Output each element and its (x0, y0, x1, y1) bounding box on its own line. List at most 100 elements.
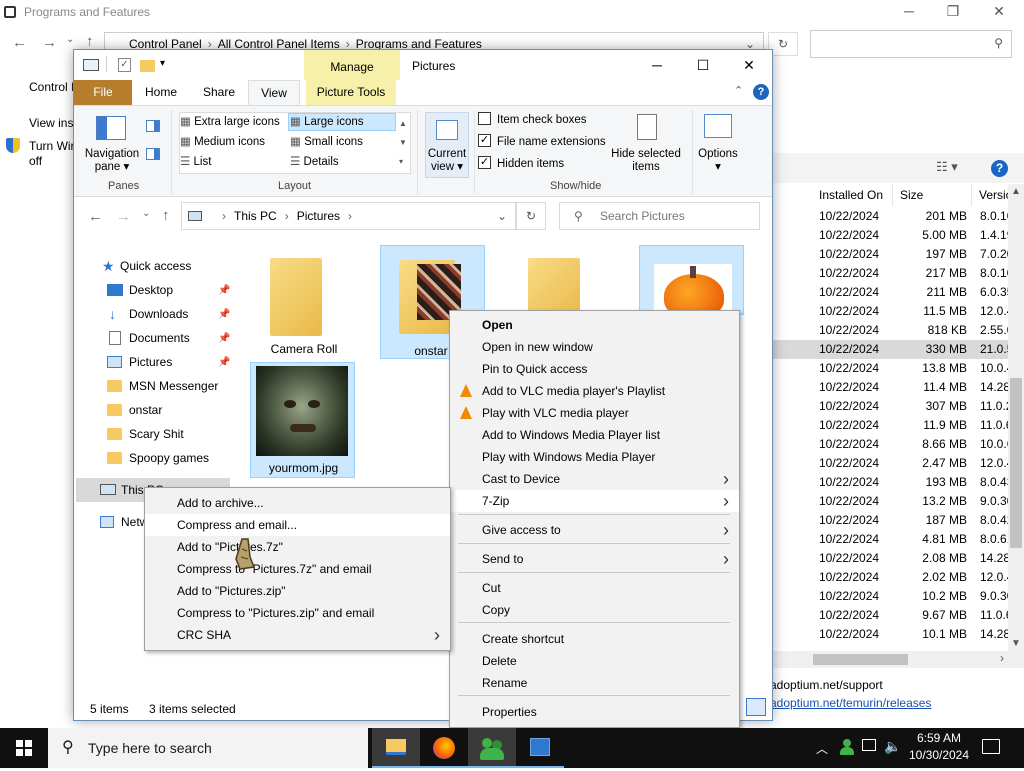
people-tray-icon[interactable] (840, 739, 854, 755)
details-pane-icon[interactable] (146, 148, 160, 160)
menu-item-open-in-new-window[interactable]: Open in new window (450, 336, 739, 358)
back-icon[interactable]: ← (88, 208, 103, 225)
options-button[interactable]: Options ▾ (694, 148, 742, 174)
table-row[interactable]: 10/22/2024 2.08 MB 14.28 (773, 549, 1010, 568)
layout-medium-icons[interactable]: ▦ Medium icons (180, 132, 265, 152)
clock[interactable]: 6:59 AM 10/30/2024 (904, 730, 974, 764)
close-button[interactable]: ✕ (726, 50, 772, 80)
file-camera-roll[interactable]: Camera Roll (252, 248, 356, 358)
hide-selected-button[interactable]: Hide selected items (608, 148, 684, 174)
file-name-extensions-checkbox[interactable]: ✓ (478, 134, 491, 148)
menu-item-give-access-to[interactable]: Give access to › (450, 519, 739, 541)
nav-desktop[interactable]: Desktop (129, 278, 173, 302)
preview-pane-icon[interactable] (146, 120, 160, 132)
bg-chevron-down-icon[interactable]: ⌄ (66, 34, 74, 45)
table-row[interactable]: 10/22/2024 217 MB 8.0.10 (773, 264, 1013, 283)
table-row[interactable]: 10/22/2024 211 MB 6.0.35 (773, 283, 1013, 302)
view-options-icon[interactable]: ☷ ▾ (936, 159, 958, 175)
menu-item-pin-to-quick-access[interactable]: Pin to Quick access (450, 358, 739, 380)
table-row[interactable]: 10/22/2024 13.2 MB 9.0.30 (773, 492, 1013, 511)
scroll-up-icon[interactable]: ▲ (1011, 186, 1021, 197)
taskbar-file-explorer[interactable] (372, 728, 420, 768)
network-tray-icon[interactable] (862, 739, 876, 751)
menu-item-cut[interactable]: Cut (450, 577, 739, 599)
item-check-boxes-checkbox[interactable] (478, 112, 491, 126)
hidden-items-checkbox[interactable]: ✓ (478, 156, 491, 170)
tab-share[interactable]: Share (194, 80, 244, 105)
layout-details[interactable]: ☰ Details (290, 152, 339, 172)
file-name-extensions-toggle[interactable]: ✓ File name extensions (478, 132, 606, 152)
col-size[interactable]: Size (894, 184, 972, 206)
taskbar-control-panel[interactable] (516, 728, 564, 768)
table-row[interactable]: 10/22/2024 9.67 MB 11.0.6 (773, 606, 1012, 625)
table-row[interactable]: 10/22/2024 818 KB 2.55.0 (773, 321, 1013, 340)
table-row[interactable]: 10/22/2024 201 MB 8.0.10 (773, 207, 1013, 226)
menu-item-create-shortcut[interactable]: Create shortcut (450, 628, 739, 650)
table-row[interactable]: 10/22/2024 2.47 MB 12.0.4 (773, 454, 1013, 473)
support-link[interactable]: adoptium.net/support (770, 678, 883, 692)
table-row[interactable]: 10/22/2024 197 MB 7.0.20 (773, 245, 1013, 264)
menu-item-add-to-windows-media-player-list[interactable]: Add to Windows Media Player list (450, 424, 739, 446)
bg-up-icon[interactable]: ↑ (86, 33, 94, 50)
table-row[interactable]: 10/22/2024 2.02 MB 12.0.4 (773, 568, 1013, 587)
scrollbar-thumb[interactable] (1010, 378, 1022, 548)
menu-item-delete[interactable]: Delete (450, 650, 739, 672)
scroll-right-icon[interactable]: › (1000, 651, 1004, 665)
help-icon[interactable]: ? (753, 84, 769, 100)
file-yourmom-jpg[interactable]: yourmom.jpg (250, 362, 355, 478)
col-version[interactable]: Versio (973, 184, 1009, 206)
tab-home[interactable]: Home (136, 80, 186, 105)
col-installed-on[interactable]: Installed On (813, 184, 893, 206)
address-bar[interactable]: › This PC › Pictures › ⌄ (181, 202, 516, 230)
bg-link-view-installed[interactable]: View inst (29, 116, 77, 130)
qat-dropdown-icon[interactable]: ▾ (160, 58, 165, 69)
navigation-pane-icon[interactable] (96, 116, 126, 140)
show-hidden-icons[interactable]: ︿ (816, 740, 828, 757)
nav-onstar[interactable]: onstar (129, 398, 162, 422)
item-check-boxes-toggle[interactable]: Item check boxes (478, 110, 586, 130)
menu-item-7-zip[interactable]: 7-Zip › (450, 490, 739, 512)
menu-item-rename[interactable]: Rename (450, 672, 739, 694)
file-pumpkin-image[interactable] (639, 245, 744, 318)
bg-close-button[interactable]: ✕ (976, 0, 1022, 24)
zip-item-compress-to-pictures-zip-and-email[interactable]: Compress to "Pictures.zip" and email (145, 602, 450, 624)
refresh-button[interactable]: ↻ (516, 202, 546, 230)
table-row[interactable]: 10/22/2024 11.5 MB 12.0.4 (773, 302, 1013, 321)
breadcrumb-pictures[interactable]: Pictures (297, 209, 340, 223)
up-icon[interactable]: ↑ (162, 207, 170, 224)
bg-forward-icon[interactable]: → (42, 34, 57, 51)
recent-locations-icon[interactable]: ⌄ (142, 208, 150, 219)
bg-back-icon[interactable]: ← (12, 34, 27, 51)
breadcrumb-this-pc[interactable]: This PC (234, 209, 277, 223)
scroll-down-icon[interactable]: ▼ (1011, 638, 1021, 649)
layout-list[interactable]: ☰ List (180, 152, 211, 172)
chevron-down-icon[interactable]: ⌄ (497, 209, 507, 223)
menu-item-add-to-vlc-media-player-s-playlist[interactable]: Add to VLC media player's Playlist (450, 380, 739, 402)
taskbar-msn[interactable] (468, 728, 516, 768)
menu-item-play-with-windows-media-player[interactable]: Play with Windows Media Player (450, 446, 739, 468)
table-row[interactable]: 10/22/2024 8.66 MB 10.0.6 (773, 435, 1013, 454)
zip-item-crc-sha[interactable]: CRC SHA › (145, 624, 450, 646)
zip-item-add-to-pictures-zip[interactable]: Add to "Pictures.zip" (145, 580, 450, 602)
hscroll-thumb[interactable] (813, 654, 908, 665)
maximize-button[interactable]: ☐ (680, 50, 726, 80)
bg-link-turn-windows[interactable]: Turn Wir (29, 139, 75, 153)
table-row[interactable]: 10/22/2024 193 MB 8.0.43 (773, 473, 1013, 492)
nav-msn-messenger[interactable]: MSN Messenger (129, 374, 218, 398)
help-icon[interactable]: ? (991, 160, 1008, 177)
nav-quick-access[interactable]: Quick access (120, 254, 191, 278)
table-row[interactable]: 10/22/2024 13.8 MB 10.0.4 (773, 359, 1013, 378)
tab-file[interactable]: File (74, 80, 132, 105)
layout-small-icons[interactable]: ▦ Small icons (290, 132, 363, 152)
nav-scary-shit[interactable]: Scary Shit (129, 422, 184, 446)
forward-icon[interactable]: → (116, 208, 131, 225)
start-button[interactable] (0, 728, 48, 768)
layout-extra-large-icons[interactable]: ▦ Extra large icons (180, 112, 280, 132)
large-icons-view-icon[interactable] (746, 698, 766, 716)
menu-item-properties[interactable]: Properties (450, 701, 739, 723)
nav-documents[interactable]: Documents (129, 326, 190, 350)
collapse-ribbon-icon[interactable]: ⌃ (734, 84, 743, 97)
menu-item-open[interactable]: Open (450, 314, 739, 336)
table-row[interactable]: 10/22/2024 10.2 MB 9.0.30 (773, 587, 1013, 606)
volume-icon[interactable]: 🔈 (884, 738, 901, 755)
